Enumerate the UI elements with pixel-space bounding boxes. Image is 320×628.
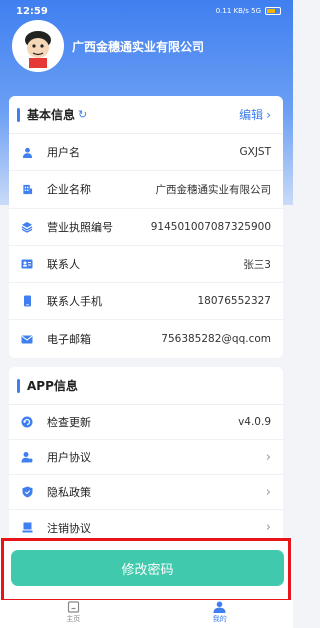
app-info-card: APP信息 检查更新 v4.0.9 用户协议 › 隐私政策 › 注销协议 ›	[9, 367, 283, 539]
row-label: 企业名称	[47, 183, 91, 197]
section-accent-bar	[17, 378, 20, 393]
row-value: 张三3	[243, 258, 271, 271]
cartoon-avatar-icon	[16, 24, 60, 68]
info-row-contact: 联系人 张三3	[9, 246, 283, 284]
basic-info-card: 基本信息 ↻ 编辑 › 用户名 GXJST 企业名称 广西金穗通实业有限公司 营…	[9, 96, 283, 358]
home-icon	[67, 601, 79, 613]
row-value: 18076552327	[197, 295, 272, 308]
chevron-right-icon: ›	[265, 449, 271, 465]
profile-icon	[213, 601, 226, 613]
app-row-cancel-agreement[interactable]: 注销协议 ›	[9, 510, 283, 539]
row-label: 用户名	[47, 146, 80, 160]
version-value: v4.0.9	[238, 416, 271, 428]
row-label: 注销协议	[47, 521, 91, 535]
refresh-icon[interactable]: ↻	[78, 108, 87, 121]
status-bar: 12:59 0.11 KB/s 5G	[0, 0, 293, 22]
row-label: 营业执照编号	[47, 220, 113, 234]
highlight-annotation-box	[1, 538, 291, 602]
edit-label: 编辑	[239, 108, 264, 122]
tab-home[interactable]: 主页	[43, 600, 103, 628]
basic-info-title: 基本信息	[27, 108, 76, 122]
info-row-email: 电子邮箱 756385282@qq.com	[9, 320, 283, 357]
row-label: 用户协议	[47, 451, 91, 464]
row-label: 联系人	[47, 258, 80, 272]
mail-icon	[21, 333, 33, 345]
bottom-tab-bar: 主页 我的	[0, 600, 293, 628]
app-row-check-update[interactable]: 检查更新 v4.0.9	[9, 405, 283, 440]
cancel-account-icon	[21, 522, 33, 534]
info-row-company-name: 企业名称 广西金穗通实业有限公司	[9, 171, 283, 209]
tab-label: 我的	[212, 615, 227, 623]
status-icons: 0.11 KB/s 5G	[216, 7, 281, 15]
info-row-contact-phone: 联系人手机 18076552327	[9, 283, 283, 321]
app-info-header: APP信息	[9, 367, 283, 405]
status-time: 12:59	[16, 5, 48, 17]
row-value: 广西金穗通实业有限公司	[155, 183, 272, 196]
id-card-icon	[21, 258, 33, 270]
row-value: 914501007087325900	[150, 220, 271, 233]
user-icon	[21, 146, 33, 158]
section-accent-bar	[17, 107, 20, 122]
edit-button[interactable]: 编辑 ›	[239, 106, 271, 123]
user-agreement-icon	[21, 451, 33, 463]
avatar[interactable]	[12, 20, 64, 72]
basic-info-header: 基本信息 ↻ 编辑 ›	[9, 96, 283, 134]
battery-icon	[265, 7, 281, 15]
info-row-username: 用户名 GXJST	[9, 134, 283, 172]
company-name: 广西金穗通实业有限公司	[72, 39, 205, 54]
row-value: 756385282@qq.com	[161, 333, 271, 346]
row-label: 隐私政策	[47, 486, 91, 499]
profile-header: 广西金穗通实业有限公司	[12, 20, 204, 72]
phone-icon	[21, 295, 33, 307]
row-label: 电子邮箱	[47, 333, 91, 347]
chevron-right-icon: ›	[265, 484, 271, 500]
layers-icon	[21, 221, 33, 233]
app-info-title: APP信息	[27, 379, 78, 393]
row-value: GXJST	[239, 146, 271, 159]
app-row-user-agreement[interactable]: 用户协议 ›	[9, 440, 283, 475]
app-row-privacy-policy[interactable]: 隐私政策 ›	[9, 475, 283, 510]
info-row-license-number: 营业执照编号 914501007087325900	[9, 209, 283, 246]
chevron-right-icon: ›	[266, 107, 271, 122]
shield-icon	[21, 486, 33, 498]
network-indicator: 0.11 KB/s 5G	[215, 7, 261, 15]
tab-mine[interactable]: 我的	[190, 600, 250, 628]
update-icon	[21, 416, 33, 428]
tab-label: 主页	[66, 615, 81, 623]
row-label: 联系人手机	[47, 295, 102, 309]
building-icon	[21, 183, 33, 195]
row-label: 检查更新	[47, 416, 91, 429]
chevron-right-icon: ›	[265, 520, 271, 535]
